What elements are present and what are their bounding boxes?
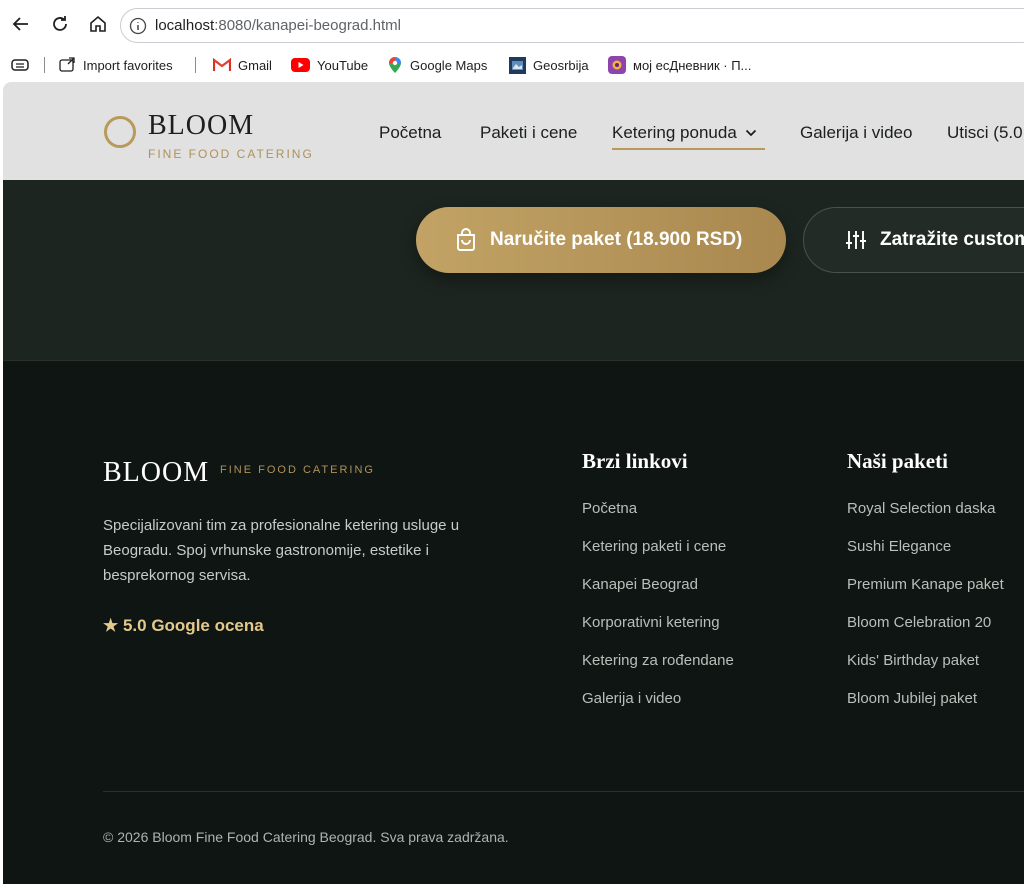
url-host: localhost <box>155 17 215 34</box>
logo-subtitle: FINE FOOD CATERING <box>148 147 314 161</box>
bookmark-gmail[interactable]: Gmail <box>213 55 272 75</box>
quick-links-title: Brzi linkovi <box>582 449 688 473</box>
footer-logo: BLOOM <box>103 457 210 488</box>
footer-package-royal[interactable]: Royal Selection daska <box>847 500 995 517</box>
url-text: localhost:8080/kanapei-beograd.html <box>155 17 401 34</box>
reload-icon <box>53 16 67 31</box>
esdnevnik-icon <box>608 56 626 74</box>
footer-package-jubilej[interactable]: Bloom Jubilej paket <box>847 690 977 707</box>
footer-link-korporativni[interactable]: Korporativni ketering <box>582 614 720 631</box>
google-rating[interactable]: ★ 5.0 Google ocena <box>103 616 264 636</box>
sliders-icon <box>846 231 866 249</box>
site-footer: BLOOM FINE FOOD CATERING Specijalizovani… <box>3 360 1024 884</box>
bookmark-esdnevnik[interactable]: мој есДневник · П... <box>608 55 751 75</box>
browser-toolbar: localhost:8080/kanapei-beograd.html <box>0 0 1024 48</box>
footer-link-kanapei[interactable]: Kanapei Beograd <box>582 576 698 593</box>
bookmark-separator <box>44 57 45 73</box>
maps-icon <box>389 57 401 73</box>
footer-package-celebration[interactable]: Bloom Celebration 20 <box>847 614 991 631</box>
youtube-icon <box>291 58 310 72</box>
bookmark-youtube[interactable]: YouTube <box>291 55 368 75</box>
request-custom-button[interactable]: Zatražite custom <box>803 207 1024 273</box>
nav-galerija[interactable]: Galerija i video <box>800 123 912 143</box>
footer-link-galerija[interactable]: Galerija i video <box>582 690 681 707</box>
reload-button[interactable] <box>47 11 73 37</box>
bookmark-label: Import favorites <box>83 57 173 73</box>
gmail-icon <box>213 58 231 71</box>
footer-package-kids[interactable]: Kids' Birthday paket <box>847 652 979 669</box>
footer-link-paketi-cene[interactable]: Ketering paketi i cene <box>582 538 726 555</box>
logo-ring-icon <box>104 116 136 148</box>
nav-utisci[interactable]: Utisci (5.0 <box>947 123 1023 143</box>
logo-text[interactable]: BLOOM <box>148 110 254 142</box>
footer-package-sushi[interactable]: Sushi Elegance <box>847 538 951 555</box>
address-bar[interactable]: localhost:8080/kanapei-beograd.html <box>120 8 1024 43</box>
bookmark-separator <box>195 57 196 73</box>
footer-package-premium-kanape[interactable]: Premium Kanape paket <box>847 576 1004 593</box>
site-header: BLOOM FINE FOOD CATERING Početna Paketi … <box>3 82 1024 180</box>
shopping-bag-icon <box>457 228 475 251</box>
nav-paketi-cene[interactable]: Paketi i cene <box>480 123 577 143</box>
geosrbija-icon <box>509 56 526 74</box>
bookmark-label: Gmail <box>238 57 272 73</box>
back-arrow-icon <box>12 17 28 31</box>
home-icon <box>90 15 106 32</box>
packages-title: Naši paketi <box>847 449 948 473</box>
footer-description: Specijalizovani tim za profesionalne ket… <box>103 517 460 584</box>
nav-ketering-ponuda-label: Ketering ponuda <box>612 123 737 142</box>
import-icon <box>59 57 75 72</box>
request-custom-label: Zatražite custom <box>880 229 1024 250</box>
bookmark-google-maps[interactable]: Google Maps <box>387 55 487 75</box>
info-icon <box>129 17 147 35</box>
url-path: :8080/kanapei-beograd.html <box>214 17 401 34</box>
reading-list-icon <box>11 59 29 71</box>
bookmarks-bar: Import favorites Gmail YouTube Google Ma… <box>0 48 1024 82</box>
back-button[interactable] <box>8 11 34 37</box>
nav-ketering-ponuda[interactable]: Ketering ponuda <box>612 123 757 143</box>
footer-link-pocetna[interactable]: Početna <box>582 500 637 517</box>
chevron-down-icon <box>745 129 756 137</box>
home-button[interactable] <box>85 11 111 37</box>
reading-list-button[interactable] <box>11 55 29 75</box>
order-package-label: Naručite paket (18.900 RSD) <box>490 229 743 250</box>
page-viewport: BLOOM FINE FOOD CATERING Početna Paketi … <box>3 82 1024 884</box>
bookmark-label: Google Maps <box>410 57 488 73</box>
footer-logo-subtitle: FINE FOOD CATERING <box>220 464 375 476</box>
bookmark-label: Geosrbija <box>533 57 589 73</box>
nav-pocetna[interactable]: Početna <box>379 123 441 143</box>
bookmark-label: мој есДневник · П... <box>633 57 752 73</box>
nav-active-underline <box>612 148 765 150</box>
order-package-button[interactable]: Naručite paket (18.900 RSD) <box>416 207 786 273</box>
bookmark-import-favorites[interactable]: Import favorites <box>59 55 173 75</box>
footer-link-rodjendani[interactable]: Ketering za rođendane <box>582 652 734 669</box>
copyright-text: © 2026 Bloom Fine Food Catering Beograd.… <box>103 829 509 845</box>
bookmark-label: YouTube <box>317 57 369 73</box>
window-bottom-edge <box>0 884 1024 888</box>
hero-cta-section: Naručite paket (18.900 RSD) Zatražite cu… <box>3 180 1024 360</box>
footer-divider <box>103 791 1024 792</box>
bookmark-geosrbija[interactable]: Geosrbija <box>509 55 589 75</box>
